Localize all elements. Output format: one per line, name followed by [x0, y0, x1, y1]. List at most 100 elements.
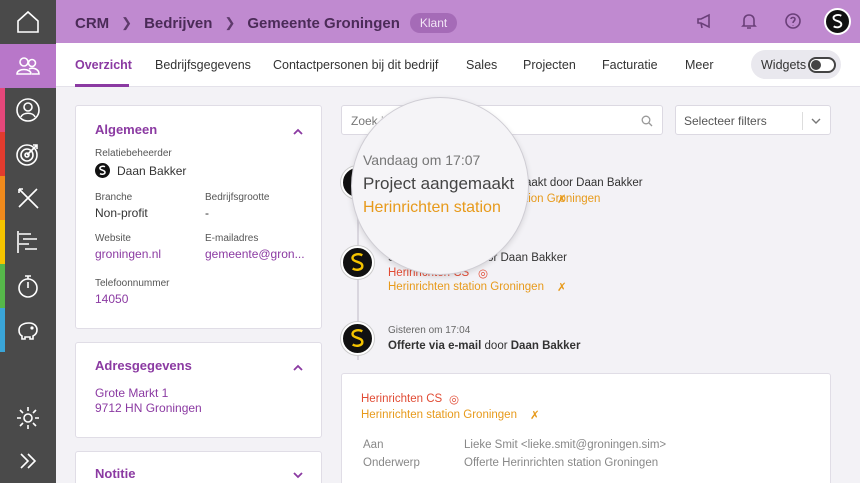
active-tab-indicator: [75, 84, 129, 87]
logo-icon: [99, 165, 106, 176]
chevron-down-icon: [811, 118, 821, 124]
address-line1[interactable]: Grote Markt 1: [95, 386, 168, 400]
breadcrumb-crm[interactable]: CRM: [75, 15, 109, 32]
sidebar-item-finance[interactable]: [0, 308, 56, 352]
top-bar: CRM ❯ Bedrijven ❯ Gemeente Groningen Kla…: [56, 0, 860, 43]
manager-name: Daan Bakker: [117, 164, 187, 178]
tab-bedrijfsgegevens[interactable]: Bedrijfsgegevens: [155, 58, 251, 72]
note-card: Notitie: [75, 451, 322, 483]
target-icon: ◎: [449, 394, 460, 406]
tools-icon: ✗: [557, 194, 567, 206]
sidebar-item-crm[interactable]: [0, 44, 56, 88]
size-label: Bedrijfsgrootte: [205, 192, 270, 203]
size-value: -: [205, 206, 209, 220]
manager-avatar: [95, 163, 110, 178]
tab-facturatie[interactable]: Facturatie: [602, 58, 658, 72]
breadcrumb-bedrijven[interactable]: Bedrijven: [144, 15, 212, 32]
feed-item1-title: aakt door Daan Bakker: [525, 177, 643, 189]
email-link[interactable]: gemeente@gron...: [205, 247, 305, 261]
help-icon[interactable]: [783, 11, 803, 31]
logo-icon: [351, 253, 364, 272]
sidebar-item-time[interactable]: [0, 264, 56, 308]
mail-subject-label: Onderwerp: [363, 457, 420, 469]
user-avatar[interactable]: [824, 8, 851, 35]
target-icon: [16, 144, 38, 166]
mail-project[interactable]: Herinrichten station Groningen: [361, 409, 517, 421]
email-label: E-mailadres: [205, 233, 259, 244]
chevron-up-icon[interactable]: [293, 124, 303, 135]
website-link[interactable]: groningen.nl: [95, 247, 161, 261]
feed-item2-project[interactable]: Herinrichten station Groningen: [388, 281, 544, 293]
filter-divider: [802, 112, 803, 130]
sidebar-item-planning[interactable]: [0, 220, 56, 264]
tools-icon: [18, 188, 39, 209]
website-label: Website: [95, 233, 131, 244]
sidebar-item-expand[interactable]: [0, 439, 56, 483]
mail-subject-value: Offerte Herinrichten station Groningen: [464, 457, 659, 469]
people-icon: [16, 57, 40, 75]
branch-label: Branche: [95, 192, 133, 203]
address-card: Adresgegevens Grote Markt 1 9712 HN Gron…: [75, 342, 322, 438]
logo-icon: [832, 14, 843, 29]
expand-icon: [20, 453, 37, 469]
chevron-right-icon: ❯: [224, 15, 236, 30]
filter-label: Selecteer filters: [684, 114, 767, 128]
address-title[interactable]: Adresgegevens: [95, 358, 192, 373]
mail-project-cs[interactable]: Herinrichten CS: [361, 393, 442, 405]
sidebar-item-sales[interactable]: [0, 132, 56, 176]
note-title[interactable]: Notitie: [95, 466, 135, 481]
magnified-title: Project aangemaakt: [363, 174, 515, 193]
sidebar: [0, 0, 56, 483]
person-icon: [16, 98, 40, 122]
address-line2[interactable]: 9712 HN Groningen: [95, 401, 202, 415]
status-badge: Klant: [409, 13, 458, 33]
tab-bar: Overzicht Bedrijfsgegevens Contactperson…: [56, 43, 860, 87]
widgets-toggle[interactable]: Widgets: [751, 50, 841, 79]
general-card: Algemeen Relatiebeheerder Daan Bakker Br…: [75, 105, 322, 329]
breadcrumb-company: Gemeente Groningen: [247, 14, 400, 32]
tools-icon: ✗: [557, 282, 567, 294]
magnifier-lens: Vandaag om 17:07 Project aangemaakt Heri…: [351, 97, 529, 275]
stopwatch-icon: [18, 275, 38, 298]
sidebar-item-home[interactable]: [0, 0, 56, 44]
bell-icon[interactable]: [739, 11, 759, 31]
tab-sales[interactable]: Sales: [466, 58, 497, 72]
megaphone-icon[interactable]: [695, 11, 715, 31]
filter-select[interactable]: Selecteer filters: [675, 105, 831, 135]
branch-value: Non-profit: [95, 206, 148, 220]
home-icon: [17, 10, 39, 33]
widgets-label: Widgets: [761, 57, 807, 72]
tab-overzicht[interactable]: Overzicht: [75, 58, 132, 72]
breadcrumb: CRM ❯ Bedrijven ❯ Gemeente Groningen Kla…: [75, 13, 458, 33]
sidebar-item-settings[interactable]: [0, 396, 56, 440]
magnified-time: Vandaag om 17:07: [363, 152, 481, 168]
manager-label: Relatiebeheerder: [95, 148, 172, 159]
phone-link[interactable]: 14050: [95, 292, 128, 306]
magnified-project-link[interactable]: Herinrichten station: [363, 199, 501, 217]
feed-item3-type: Offerte via e-mail: [388, 340, 482, 352]
tab-projecten[interactable]: Projecten: [523, 58, 576, 72]
mail-to-value: Lieke Smit <lieke.smit@groningen.sim>: [464, 439, 667, 451]
gantt-icon: [17, 231, 37, 253]
sidebar-item-projects[interactable]: [0, 176, 56, 220]
email-preview-card: Herinrichten CS ◎ Herinrichten station G…: [341, 373, 831, 483]
mail-to-label: Aan: [363, 439, 384, 451]
feed-avatar: [341, 246, 374, 279]
target-icon: ◎: [478, 268, 489, 280]
tab-meer[interactable]: Meer: [685, 58, 713, 72]
feed-item3-user: Daan Bakker: [510, 340, 581, 352]
phone-label: Telefoonnummer: [95, 278, 170, 289]
tab-contactpersonen[interactable]: Contactpersonen bij dit bedrijf: [273, 58, 438, 72]
feed-item3-by: door: [481, 340, 511, 352]
sidebar-item-contacts[interactable]: [0, 88, 56, 132]
chevron-down-icon[interactable]: [293, 467, 303, 479]
toggle-switch[interactable]: [808, 57, 836, 73]
chevron-up-icon[interactable]: [293, 360, 303, 371]
search-icon[interactable]: [641, 115, 653, 127]
feed-item3-time: Gisteren om 17:04: [388, 325, 471, 336]
feed-item3-title: Offerte via e-mail door Daan Bakker: [388, 340, 580, 352]
tools-icon: ✗: [530, 410, 540, 422]
feed-avatar: [341, 322, 374, 355]
gear-icon: [17, 407, 39, 429]
general-title[interactable]: Algemeen: [95, 122, 157, 137]
